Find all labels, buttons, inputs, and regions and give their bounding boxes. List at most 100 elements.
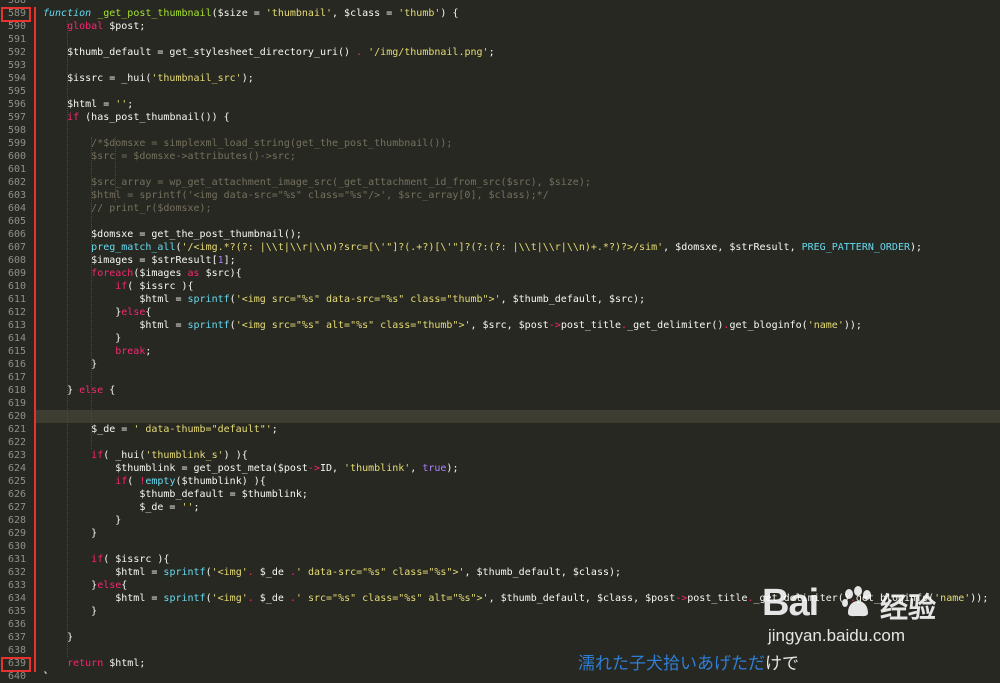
- line-number: 602: [7, 177, 26, 188]
- code-token: sprintf: [187, 294, 230, 305]
- code-token: $_de =: [43, 502, 182, 513]
- code-token: ($thumblink) ){: [175, 476, 266, 487]
- code-line[interactable]: }else{: [43, 306, 151, 319]
- code-token: 'thumbnail_src': [151, 73, 242, 84]
- subtitle-rest: けで: [765, 654, 799, 674]
- code-line[interactable]: $html = sprintf('<img src="%s" alt="%s" …: [43, 319, 862, 332]
- code-token: (: [127, 476, 140, 487]
- code-token: break: [115, 346, 146, 357]
- code-line[interactable]: }: [43, 631, 73, 644]
- line-number: 631: [7, 554, 26, 565]
- code-token: $domsxe = get_the_post_thumbnail();: [43, 229, 302, 240]
- code-token: $images = $strResult[: [43, 255, 218, 266]
- line-number: 606: [7, 229, 26, 240]
- code-token: return: [67, 658, 104, 669]
- code-line[interactable]: if (has_post_thumbnail()) {: [43, 111, 230, 124]
- code-line[interactable]: $domsxe = get_the_post_thumbnail();: [43, 228, 302, 241]
- code-line[interactable]: global $post;: [43, 20, 145, 33]
- code-line[interactable]: $html = sprintf('<img src="%s" data-src=…: [43, 293, 645, 306]
- code-line[interactable]: }: [43, 670, 49, 674]
- indent-guide: [91, 137, 92, 449]
- code-token: }: [43, 528, 98, 539]
- code-line[interactable]: }else{: [43, 579, 127, 592]
- code-line[interactable]: // print_r($domsxe);: [43, 202, 211, 215]
- code-token: $html =: [43, 320, 188, 331]
- code-token: true: [422, 463, 447, 474]
- code-token: '': [181, 502, 194, 513]
- code-line[interactable]: $src_array = wp_get_attachment_image_src…: [43, 176, 591, 189]
- code-line[interactable]: }: [43, 332, 121, 345]
- paw-icon: [842, 586, 871, 617]
- code-editor[interactable]: 588 589 590 591 592 593 594 595 596 597 598 599 600 6…: [0, 0, 1000, 682]
- code-line[interactable]: break;: [43, 345, 151, 358]
- code-token: sprintf: [163, 567, 206, 578]
- code-line[interactable]: }: [43, 358, 97, 371]
- line-number: 624: [7, 463, 26, 474]
- code-token: ));: [843, 320, 862, 331]
- code-token: , $thumb_default, $class, $post: [488, 593, 676, 604]
- code-token: '<img': [211, 567, 248, 578]
- line-marker-box: [1, 7, 31, 22]
- line-number: 617: [7, 372, 26, 383]
- code-token: ID,: [319, 463, 345, 474]
- code-line[interactable]: $html = '';: [43, 98, 133, 111]
- code-token: $html;: [103, 658, 146, 669]
- code-token: (has_post_thumbnail()) {: [79, 112, 230, 123]
- subtitle-highlighted: 濡れた子犬拾いあげただ: [578, 654, 765, 674]
- code-line[interactable]: $_de = ' data-thumb="default"';: [43, 423, 278, 436]
- code-line[interactable]: $thumb_default = get_stylesheet_director…: [43, 46, 495, 59]
- code-token: ;: [193, 502, 200, 513]
- code-line[interactable]: if( !empty($thumblink) ){: [43, 475, 266, 488]
- code-line[interactable]: }: [43, 605, 97, 618]
- line-number: 599: [7, 138, 26, 149]
- code-token: _get_post_thumbnail: [97, 8, 212, 19]
- line-number: 620: [7, 411, 26, 422]
- code-line[interactable]: /*$domsxe = simplexml_load_string(get_th…: [43, 137, 452, 150]
- line-number: 603: [7, 190, 26, 201]
- code-token: empty: [145, 476, 176, 487]
- line-number: 626: [7, 489, 26, 500]
- code-token: post_title: [560, 320, 622, 331]
- code-line[interactable]: }: [43, 527, 97, 540]
- line-number: 601: [7, 164, 26, 175]
- code-token: ( $issrc ){: [103, 554, 170, 565]
- code-line[interactable]: $images = $strResult[1];: [43, 254, 236, 267]
- line-number: 607: [7, 242, 26, 253]
- code-token: ;: [127, 99, 134, 110]
- indent-guide: [67, 20, 68, 657]
- code-line[interactable]: return $html;: [43, 657, 145, 670]
- code-token: ($images: [133, 268, 188, 279]
- code-area[interactable]: function _get_post_thumbnail($size = 'th…: [43, 0, 1000, 674]
- code-line[interactable]: foreach($images as $src){: [43, 267, 242, 280]
- watermark-logo: Bai: [762, 582, 819, 624]
- code-token: if: [91, 554, 104, 565]
- code-token: $thumblink = get_post_meta($post: [43, 463, 308, 474]
- code-line[interactable]: if( $issrc ){: [43, 553, 169, 566]
- code-line[interactable]: $thumblink = get_post_meta($post->ID, 't…: [43, 462, 458, 475]
- line-number: 627: [7, 502, 26, 513]
- karaoke-subtitle: 濡れた子犬拾いあげただけで: [578, 655, 799, 674]
- code-line[interactable]: $src = $domsxe->attributes()->src;: [43, 150, 296, 163]
- code-token: as: [187, 268, 200, 279]
- code-line[interactable]: if( $issrc ){: [43, 280, 193, 293]
- code-line[interactable]: $thumb_default = $thumblink;: [43, 488, 308, 501]
- watermark-name: 经验: [880, 591, 937, 624]
- code-token: );: [446, 463, 459, 474]
- code-line[interactable]: preg_match_all('/<img.*?(?: |\\t|\\r|\\n…: [43, 241, 922, 254]
- code-token: 'thumblink': [344, 463, 411, 474]
- code-token: if: [67, 112, 80, 123]
- line-number: 605: [7, 216, 26, 227]
- code-line[interactable]: $issrc = _hui('thumbnail_src');: [43, 72, 254, 85]
- code-token: $thumb_default = $thumblink;: [43, 489, 308, 500]
- code-line[interactable]: if( _hui('thumblink_s') ){: [43, 449, 248, 462]
- code-token: sprintf: [187, 320, 230, 331]
- code-line[interactable]: } else {: [43, 384, 115, 397]
- code-line[interactable]: }: [43, 514, 121, 527]
- line-number: 594: [7, 73, 26, 84]
- code-token: $html = sprintf('<img data-src="%s" clas…: [43, 190, 549, 201]
- code-line[interactable]: $html = sprintf('<img'. $_de .' data-src…: [43, 566, 621, 579]
- code-line[interactable]: function _get_post_thumbnail($size = 'th…: [43, 7, 458, 20]
- code-line[interactable]: $html = sprintf('<img data-src="%s" clas…: [43, 189, 549, 202]
